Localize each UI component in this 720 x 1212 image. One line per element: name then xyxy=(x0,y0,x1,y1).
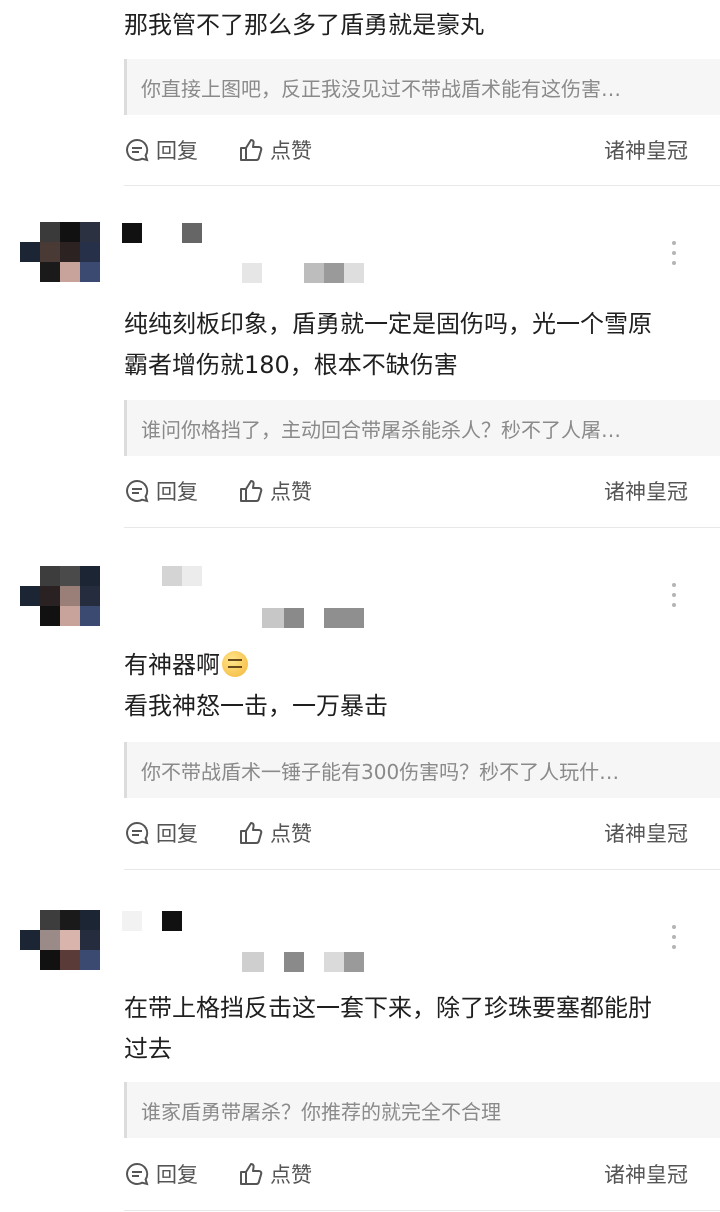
comment-line: 在带上格挡反击这一套下来，除了珍珠要塞都能肘 xyxy=(124,994,652,1022)
like-label: 点赞 xyxy=(270,822,312,846)
reply-label: 回复 xyxy=(156,480,198,504)
like-button[interactable]: 点赞 xyxy=(238,473,312,509)
quote-text: 谁问你格挡了，主动回合带屠杀能杀人？秒不了人屠… xyxy=(141,417,621,442)
thumbs-up-icon xyxy=(240,139,263,161)
divider xyxy=(124,527,720,528)
thumbs-up-icon xyxy=(240,480,263,502)
quoted-reply[interactable]: 你不带战盾术一锤子能有300伤害吗？秒不了人玩什… xyxy=(124,742,720,798)
comment-line: 过去 xyxy=(124,1035,172,1063)
reply-label: 回复 xyxy=(156,1163,198,1187)
quoted-reply[interactable]: 谁问你格挡了，主动回合带屠杀能杀人？秒不了人屠… xyxy=(124,400,720,456)
reply-button[interactable]: 回复 xyxy=(124,1156,198,1192)
comment-text: 在带上格挡反击这一套下来，除了珍珠要塞都能肘 过去 xyxy=(124,988,704,1070)
comment-line: 有神器啊 xyxy=(124,645,704,686)
comment-line: 看我神怒一击，一万暴击 xyxy=(124,692,388,720)
comment-actions: 回复 点赞 诸神皇冠 xyxy=(124,815,704,851)
quoted-reply[interactable]: 你直接上图吧，反正我没见过不带战盾术能有这伤害… xyxy=(124,59,720,115)
comment-actions: 回复 点赞 诸神皇冠 xyxy=(124,1156,704,1192)
quote-text: 你不带战盾术一锤子能有300伤害吗？秒不了人玩什… xyxy=(141,759,620,784)
reply-bubble-icon xyxy=(126,479,149,503)
quote-text: 谁家盾勇带屠杀？你推荐的就完全不合理 xyxy=(141,1099,501,1124)
reply-button[interactable]: 回复 xyxy=(124,473,198,509)
comment-line-text: 有神器啊 xyxy=(124,651,220,679)
comment-text: 那我管不了那么多了盾勇就是豪丸 xyxy=(124,5,704,46)
divider xyxy=(124,185,720,186)
more-vertical-icon[interactable] xyxy=(668,241,680,265)
comment-actions: 回复 点赞 诸神皇冠 xyxy=(124,473,704,509)
smiling-face-emoji xyxy=(222,651,248,677)
reply-button[interactable]: 回复 xyxy=(124,815,198,851)
divider xyxy=(124,1210,720,1211)
divider xyxy=(124,869,720,870)
thumbs-up-icon xyxy=(240,1163,263,1185)
avatar[interactable] xyxy=(20,910,100,972)
user-title-badge: 诸神皇冠 xyxy=(604,480,688,504)
user-title-badge: 诸神皇冠 xyxy=(604,139,688,163)
reply-bubble-icon xyxy=(126,821,149,845)
like-label: 点赞 xyxy=(270,1163,312,1187)
reply-label: 回复 xyxy=(156,139,198,163)
comment-text: 有神器啊 看我神怒一击，一万暴击 xyxy=(124,645,704,727)
more-vertical-icon[interactable] xyxy=(668,583,680,607)
quoted-reply[interactable]: 谁家盾勇带屠杀？你推荐的就完全不合理 xyxy=(124,1082,720,1138)
comment-line: 霸者增伤就180，根本不缺伤害 xyxy=(124,351,458,379)
like-label: 点赞 xyxy=(270,139,312,163)
more-vertical-icon[interactable] xyxy=(668,925,680,949)
user-title-badge: 诸神皇冠 xyxy=(604,1163,688,1187)
comment-line: 纯纯刻板印象，盾勇就一定是固伤吗，光一个雪原 xyxy=(124,310,652,338)
avatar[interactable] xyxy=(20,566,100,628)
reply-bubble-icon xyxy=(126,138,149,162)
like-button[interactable]: 点赞 xyxy=(238,1156,312,1192)
user-title-badge: 诸神皇冠 xyxy=(604,822,688,846)
comment-line: 那我管不了那么多了盾勇就是豪丸 xyxy=(124,11,484,39)
thumbs-up-icon xyxy=(240,822,263,844)
quote-text: 你直接上图吧，反正我没见过不带战盾术能有这伤害… xyxy=(141,76,621,101)
like-label: 点赞 xyxy=(270,480,312,504)
reply-label: 回复 xyxy=(156,822,198,846)
avatar[interactable] xyxy=(20,222,100,284)
reply-button[interactable]: 回复 xyxy=(124,132,198,168)
like-button[interactable]: 点赞 xyxy=(238,132,312,168)
like-button[interactable]: 点赞 xyxy=(238,815,312,851)
comment-actions: 回复 点赞 诸神皇冠 xyxy=(124,132,704,168)
comment-text: 纯纯刻板印象，盾勇就一定是固伤吗，光一个雪原 霸者增伤就180，根本不缺伤害 xyxy=(124,304,704,386)
reply-bubble-icon xyxy=(126,1162,149,1186)
